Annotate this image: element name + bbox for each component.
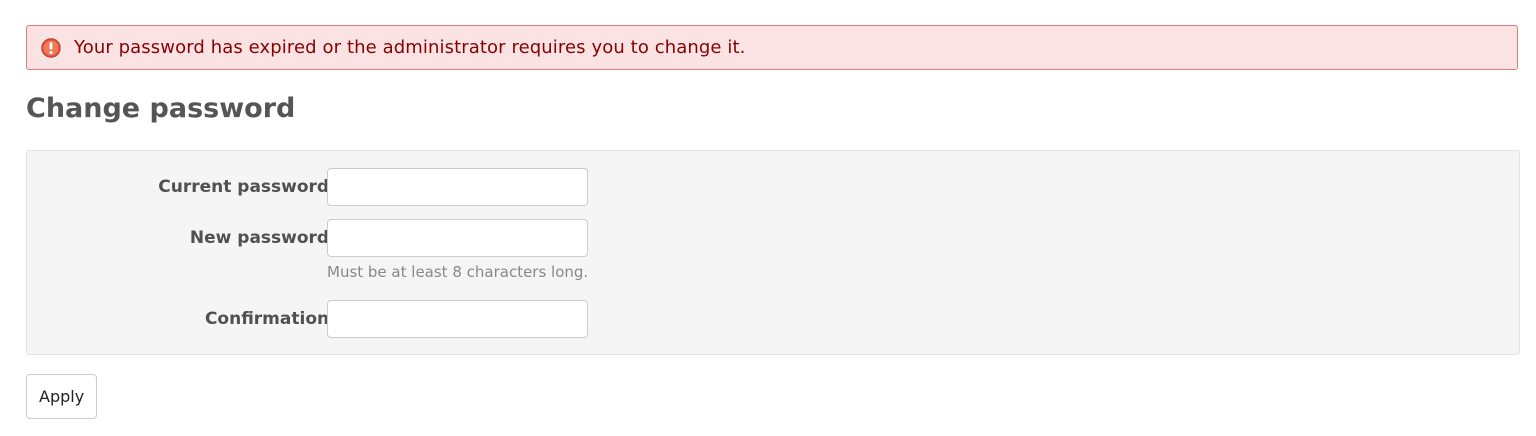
current-password-label-text: Current password	[158, 177, 330, 197]
new-password-input[interactable]	[327, 219, 588, 257]
new-password-hint: Must be at least 8 characters long.	[327, 263, 589, 281]
confirmation-row: Confirmation*	[27, 300, 1519, 338]
current-password-label: Current password*	[158, 168, 346, 206]
confirmation-input[interactable]	[327, 300, 588, 338]
exclamation-circle-icon	[41, 37, 61, 58]
current-password-row: Current password*	[27, 168, 1519, 206]
flash-message: Your password has expired or the adminis…	[74, 37, 746, 58]
confirmation-label-text: Confirmation	[204, 309, 330, 329]
new-password-label-text: New password	[189, 228, 330, 248]
flash-error: Your password has expired or the adminis…	[26, 25, 1518, 70]
page-title: Change password	[26, 93, 296, 124]
apply-button[interactable]: Apply	[26, 374, 98, 419]
current-password-input[interactable]	[327, 168, 588, 206]
confirmation-label: Confirmation*	[205, 300, 346, 338]
new-password-row: New password*	[27, 219, 1519, 257]
new-password-label: New password*	[190, 219, 346, 257]
page: Your password has expired or the adminis…	[0, 0, 1536, 436]
change-password-form: Current password* New password* Must be …	[26, 150, 1520, 355]
